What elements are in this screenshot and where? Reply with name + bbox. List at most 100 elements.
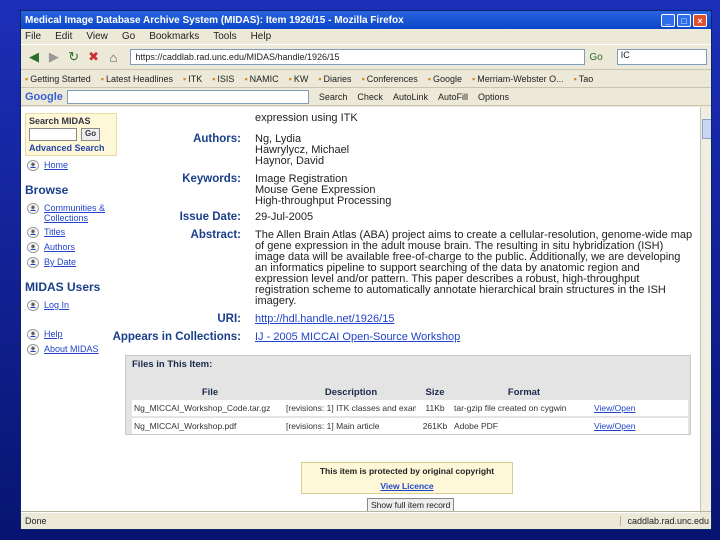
uri-link[interactable]: http://hdl.handle.net/1926/15 xyxy=(255,314,695,325)
menu-edit[interactable]: Edit xyxy=(55,31,72,42)
sidebar-go-button[interactable]: Go xyxy=(81,128,101,141)
sidebar-item-label: Log In xyxy=(44,300,70,310)
sidebar-item-titles[interactable]: ◉ Titles xyxy=(27,227,117,238)
status-bar: Done caddlab.rad.unc.edu xyxy=(21,511,711,529)
menu-file[interactable]: File xyxy=(25,31,41,42)
google-logo: Google xyxy=(25,90,63,103)
google-autolink-button[interactable]: AutoLink xyxy=(393,92,428,102)
browse-heading: Browse xyxy=(25,183,69,197)
go-button[interactable]: Go xyxy=(589,52,602,63)
users-heading: MIDAS Users xyxy=(25,280,101,294)
view-open-link[interactable]: View/Open xyxy=(594,421,686,431)
author-name: Haynor, David xyxy=(255,155,325,167)
abstract-text: The Allen Brain Atlas (ABA) project aims… xyxy=(255,229,693,307)
uri-label: URI: xyxy=(217,313,241,325)
advanced-search-link[interactable]: Advanced Search xyxy=(29,143,113,153)
sidebar-item-login[interactable]: ◉ Log In xyxy=(27,300,117,311)
column-header: Size xyxy=(425,386,445,398)
menu-go[interactable]: Go xyxy=(122,31,135,42)
home-icon[interactable]: ⌂ xyxy=(105,47,123,67)
issue-date-value: 29-Jul-2005 xyxy=(255,211,314,223)
keywords-label: Keywords: xyxy=(182,173,241,185)
search-panel: Search MIDAS Go Advanced Search xyxy=(25,113,117,156)
google-check-button[interactable]: Check xyxy=(357,92,383,102)
view-open-link[interactable]: View/Open xyxy=(594,403,686,413)
view-licence-link[interactable]: View Licence xyxy=(302,481,512,491)
bullet-icon: ◉ xyxy=(27,203,39,214)
file-name: Ng_MICCAI_Workshop_Code.tar.gz xyxy=(134,403,271,413)
menu-tools[interactable]: Tools xyxy=(213,31,236,42)
bullet-icon: ◉ xyxy=(27,300,39,311)
abstract-label: Abstract: xyxy=(190,229,241,241)
bookmark-item[interactable]: Google xyxy=(428,74,462,84)
show-full-record-button[interactable]: Show full item record xyxy=(367,498,455,512)
bookmark-item[interactable]: KW xyxy=(289,74,309,84)
table-row: Ng_MICCAI_Workshop_Code.tar.gz [revision… xyxy=(132,400,688,416)
minimize-button[interactable]: _ xyxy=(661,13,675,27)
table-row: Ng_MICCAI_Workshop.pdf [revisions: 1] Ma… xyxy=(132,418,688,434)
bookmark-item[interactable]: NAMIC xyxy=(244,74,279,84)
bookmark-item[interactable]: Merriam-Webster O... xyxy=(472,74,563,84)
copyright-notice: This item is protected by original copyr… xyxy=(301,462,513,494)
status-host: caddlab.rad.unc.edu xyxy=(620,515,709,526)
forward-arrow-icon[interactable]: ▶ xyxy=(45,47,63,67)
close-button[interactable]: × xyxy=(693,13,707,27)
collection-link[interactable]: IJ - 2005 MICCAI Open-Source Workshop xyxy=(255,332,695,343)
bullet-icon: ◉ xyxy=(27,329,39,340)
bullet-icon: ◉ xyxy=(27,160,39,171)
menu-view[interactable]: View xyxy=(86,31,108,42)
google-search-button[interactable]: Search xyxy=(319,92,348,102)
bookmark-item[interactable]: ISIS xyxy=(212,74,234,84)
file-description: [revisions: 1] Main article xyxy=(286,421,380,431)
address-bar[interactable]: https://caddlab.rad.unc.edu/MIDAS/handle… xyxy=(130,49,586,65)
stop-icon[interactable]: ✖ xyxy=(85,47,103,67)
menu-help[interactable]: Help xyxy=(251,31,272,42)
bookmark-item[interactable]: Diaries xyxy=(318,74,352,84)
back-arrow-icon[interactable]: ◀ xyxy=(25,47,43,67)
sidebar: Search MIDAS Go Advanced Search ◉ Home Br… xyxy=(25,113,117,359)
file-size: 11Kb xyxy=(425,403,445,413)
sidebar-item-by-date[interactable]: ◉ By Date xyxy=(27,257,117,268)
file-size: 261Kb xyxy=(422,421,448,431)
sidebar-item-communities[interactable]: ◉ Communities & Collections xyxy=(27,203,117,223)
sidebar-item-label: Home xyxy=(44,160,69,170)
bookmark-item[interactable]: Tao xyxy=(574,74,594,84)
bookmark-item[interactable]: ITK xyxy=(183,74,202,84)
google-toolbar: Google Search Check AutoLink AutoFill Op… xyxy=(21,88,711,106)
bullet-icon: ◉ xyxy=(27,227,39,238)
column-header: File xyxy=(201,386,219,398)
navigation-toolbar: ◀ ▶ ↻ ✖ ⌂ https://caddlab.rad.unc.edu/MI… xyxy=(21,44,711,70)
bookmark-item[interactable]: Getting Started xyxy=(25,74,91,84)
page-content: Search MIDAS Go Advanced Search ◉ Home Br… xyxy=(21,107,711,513)
bookmark-item[interactable]: Conferences xyxy=(362,74,418,84)
bullet-icon: ◉ xyxy=(27,344,39,355)
menu-bookmarks[interactable]: Bookmarks xyxy=(149,31,199,42)
files-panel: Files in This Item: File Description Siz… xyxy=(125,355,691,435)
issue-date-label: Issue Date: xyxy=(179,211,241,223)
reload-icon[interactable]: ↻ xyxy=(65,47,83,67)
title-bar: Medical Image Database Archive System (M… xyxy=(21,11,711,29)
sidebar-item-about[interactable]: ◉ About MIDAS xyxy=(27,344,117,355)
scrollbar-thumb[interactable] xyxy=(702,119,711,139)
sidebar-search-input[interactable] xyxy=(29,128,77,141)
browser-window: Medical Image Database Archive System (M… xyxy=(20,10,712,530)
sidebar-item-home[interactable]: ◉ Home xyxy=(27,160,117,171)
maximize-button[interactable]: □ xyxy=(677,13,691,27)
google-search-input[interactable] xyxy=(66,89,309,104)
bookmarks-toolbar: Getting Started Latest Headlines ITK ISI… xyxy=(21,70,711,88)
search-box[interactable]: IC xyxy=(616,49,708,65)
status-text: Done xyxy=(25,515,47,526)
sidebar-item-authors[interactable]: ◉ Authors xyxy=(27,242,117,253)
vertical-scrollbar[interactable] xyxy=(700,107,711,513)
window-title: Medical Image Database Archive System (M… xyxy=(25,14,404,26)
google-autofill-button[interactable]: AutoFill xyxy=(438,92,468,102)
sidebar-item-label: By Date xyxy=(44,257,77,267)
column-header: Description xyxy=(324,386,378,398)
search-title: Search MIDAS xyxy=(29,116,91,126)
bullet-icon: ◉ xyxy=(27,257,39,268)
file-format: Adobe PDF xyxy=(454,421,498,431)
google-options-button[interactable]: Options xyxy=(478,92,509,102)
bookmark-item[interactable]: Latest Headlines xyxy=(101,74,173,84)
address-url: https://caddlab.rad.unc.edu/MIDAS/handle… xyxy=(135,52,340,62)
column-header: Format xyxy=(507,386,541,398)
